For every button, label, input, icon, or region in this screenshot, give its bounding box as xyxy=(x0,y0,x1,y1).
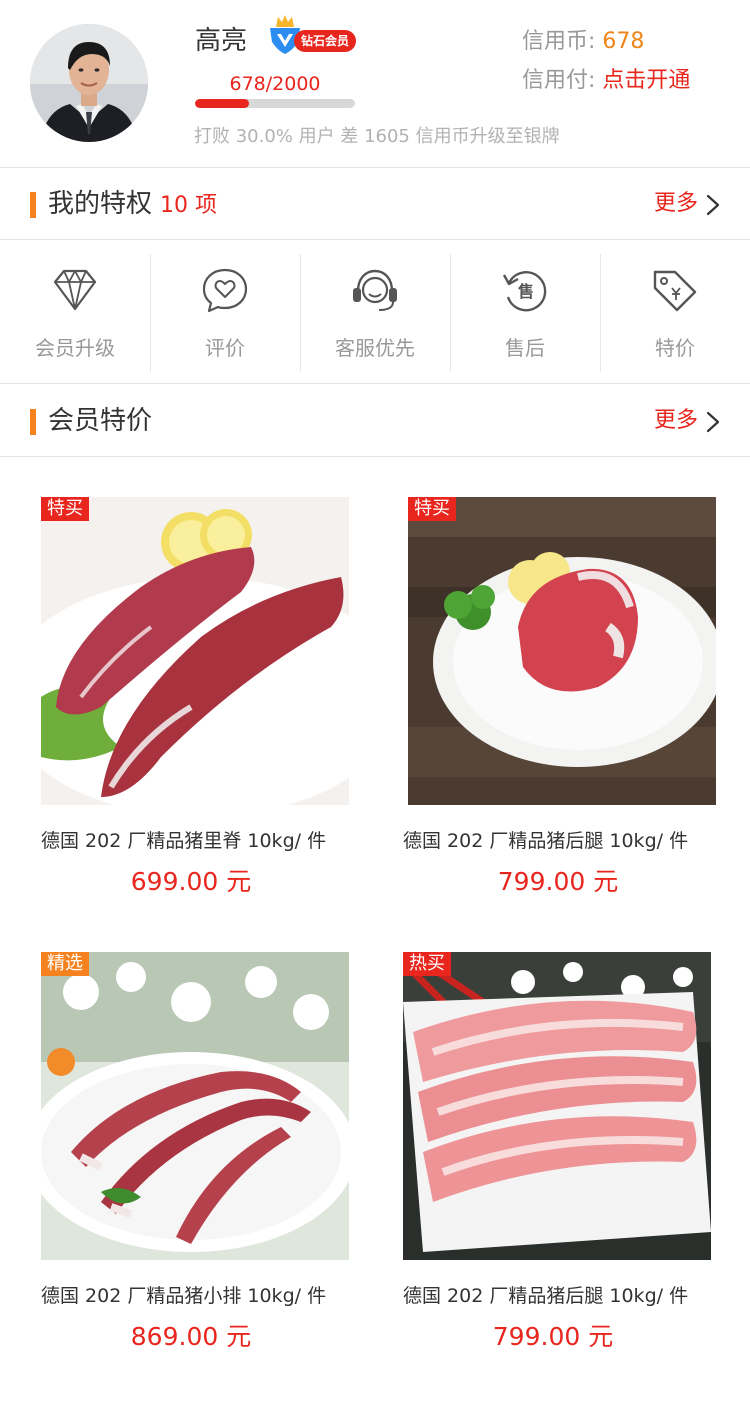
product-name: 德国 202 厂精品猪小排 10kg/ 件 xyxy=(41,1285,327,1307)
product-image[interactable]: 特买 xyxy=(408,497,716,805)
price-tag-icon xyxy=(649,264,701,316)
product-price: 869.00 元 xyxy=(130,1322,252,1351)
credit-pay-label: 信用付: xyxy=(522,68,596,93)
credit-coin-label: 信用币: xyxy=(522,29,596,54)
product-tag: 特买 xyxy=(408,497,456,521)
heart-chat-icon xyxy=(199,264,251,316)
product-tag: 特买 xyxy=(41,497,89,521)
product-tag: 精选 xyxy=(41,952,89,976)
product-name: 德国 202 厂精品猪后腿 10kg/ 件 xyxy=(403,1285,689,1307)
level-progress-bar xyxy=(195,99,355,108)
privilege-label: 客服优先 xyxy=(335,336,415,360)
product-card[interactable]: 热买 德国 202 厂精品猪后腿 10kg/ 件 799.00 元 xyxy=(403,952,733,1352)
vip-badge: 钻石会员 xyxy=(268,14,358,56)
section-accent-bar xyxy=(30,192,36,218)
product-image[interactable]: 精选 xyxy=(41,952,349,1260)
product-card[interactable]: 特买 德国 202 厂精品猪后腿 10kg/ 件 799.00 元 xyxy=(403,497,738,897)
avatar-photo xyxy=(30,24,148,142)
product-name: 德国 202 厂精品猪后腿 10kg/ 件 xyxy=(403,830,689,852)
after-sale-icon: 售 xyxy=(499,264,551,316)
product-image[interactable]: 热买 xyxy=(403,952,711,1260)
privileges-title-text: 我的特权 xyxy=(48,189,153,219)
section-accent-bar xyxy=(30,409,36,435)
privileges-count: 10 项 xyxy=(160,193,218,218)
privilege-item-service[interactable]: 客服优先 xyxy=(300,240,450,384)
product-card[interactable]: 精选 德国 202 厂精品猪小排 10kg/ 件 869.00 元 xyxy=(41,952,371,1352)
privilege-label: 评价 xyxy=(205,336,245,360)
product-price: 799.00 元 xyxy=(492,1322,614,1351)
privilege-item-after-sale[interactable]: 售 售后 xyxy=(450,240,600,384)
credit-pay-row: 信用付: 点击开通 xyxy=(522,66,690,96)
privilege-item-review[interactable]: 评价 xyxy=(150,240,300,384)
svg-text:售: 售 xyxy=(518,282,534,301)
rank-note: 打败 30.0% 用户 差 1605 信用币升级至银牌 xyxy=(194,126,560,147)
product-card[interactable]: 特买 德国 202 厂精品猪里脊 10kg/ 件 699.00 元 xyxy=(41,497,371,897)
product-tag: 热买 xyxy=(403,952,451,976)
deals-section-header: 会员特价 更多 xyxy=(0,385,750,457)
product-price: 799.00 元 xyxy=(497,867,619,896)
privilege-label: 特价 xyxy=(655,336,695,360)
credit-coin-row: 信用币: 678 xyxy=(522,27,644,57)
level-progress-fill xyxy=(195,99,250,108)
avatar[interactable] xyxy=(30,24,148,142)
privilege-label: 售后 xyxy=(505,336,545,360)
product-name: 德国 202 厂精品猪里脊 10kg/ 件 xyxy=(41,830,327,852)
user-name: 高亮 xyxy=(195,26,248,56)
privileges-section-header: 我的特权 10 项 更多 xyxy=(0,168,750,240)
chevron-right-icon xyxy=(706,194,720,216)
deals-title: 会员特价 xyxy=(48,406,153,436)
chevron-right-icon xyxy=(706,411,720,433)
privileges-more-link[interactable]: 更多 xyxy=(654,188,720,220)
privileges-title: 我的特权 10 项 xyxy=(48,186,217,224)
deals-more-label: 更多 xyxy=(653,408,698,433)
privileges-row: 会员升级 评价 客服优先 售 售后 特价 xyxy=(0,240,750,384)
product-price: 699.00 元 xyxy=(130,867,252,896)
privilege-item-upgrade[interactable]: 会员升级 xyxy=(0,240,150,384)
headset-icon xyxy=(349,264,401,316)
diamond-icon xyxy=(49,264,101,316)
privilege-item-special-price[interactable]: 特价 xyxy=(600,240,750,384)
deals-more-link[interactable]: 更多 xyxy=(654,405,720,437)
privilege-label: 会员升级 xyxy=(35,336,115,360)
credit-coin-value: 678 xyxy=(602,29,645,54)
credit-pay-activate-link[interactable]: 点击开通 xyxy=(602,68,690,93)
product-image[interactable]: 特买 xyxy=(41,497,349,805)
profile-header: 高亮 钻石会员 678/2000 打败 30.0% 用户 差 1605 信用币升… xyxy=(0,0,750,168)
privileges-more-label: 更多 xyxy=(653,191,698,216)
vip-level-label: 钻石会员 xyxy=(294,30,356,52)
level-progress-text: 678/2000 xyxy=(229,73,321,95)
